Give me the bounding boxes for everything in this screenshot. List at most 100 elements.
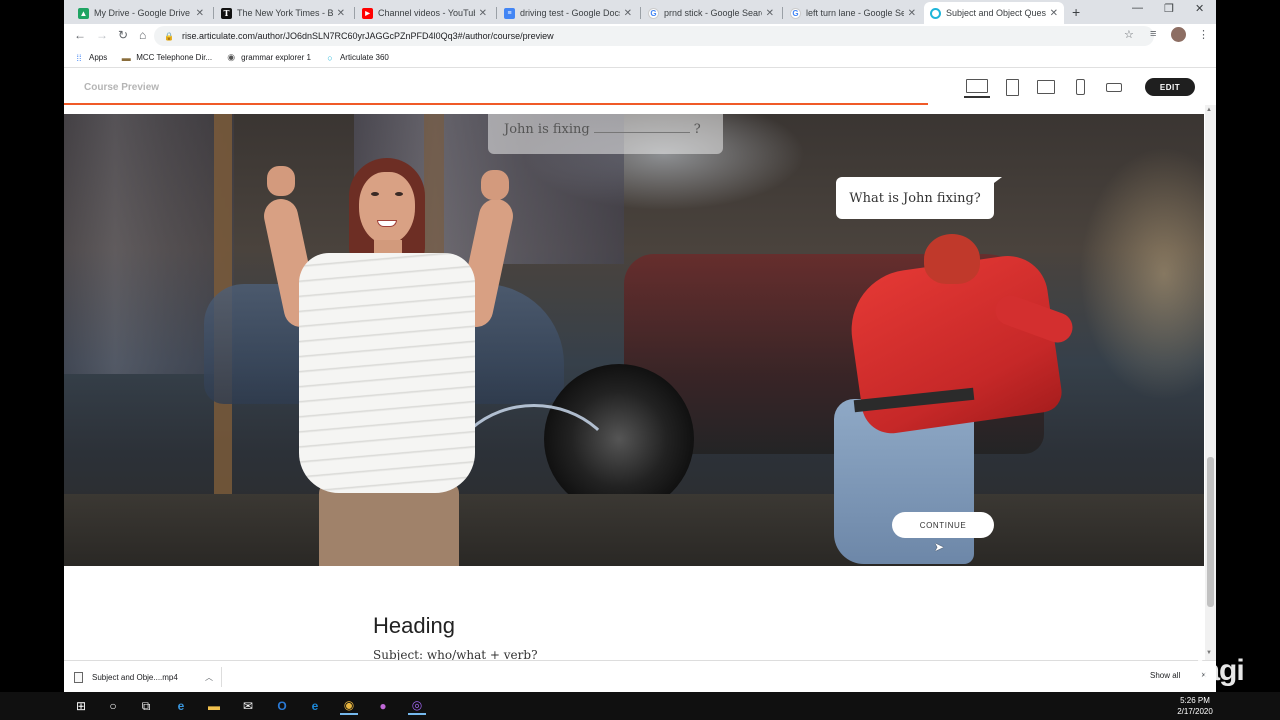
file-icon [74,671,83,683]
browser-menu-icon[interactable]: ⋮ [1198,28,1209,41]
home-icon[interactable]: ⌂ [139,28,146,42]
character-eye [395,192,403,196]
nyt-icon: T [221,7,232,19]
search-circle-icon[interactable]: ○ [104,697,122,715]
tab-google-drive[interactable]: ▲ My Drive - Google Drive ✕ [72,2,210,24]
browser-toolbar: ← → ↻ ⌂ 🔒 rise.articulate.com/author/JO6… [64,24,1216,48]
character-eye [371,192,379,196]
scroll-up-arrow-icon[interactable]: ▲ [1206,107,1212,113]
tab-subject-object-questions[interactable]: Subject and Object Questions ✕ [924,2,1064,24]
file-explorer-icon[interactable]: ▬ [205,697,223,715]
close-tab-icon[interactable]: ✕ [908,8,916,19]
watermark-logo: lagi [1196,654,1245,687]
google-icon: G [790,7,801,19]
google-icon: G [648,7,659,19]
tab-divider [496,7,497,19]
tab-title: The New York Times - Breaking [237,8,333,18]
close-tab-icon[interactable]: ✕ [766,8,774,19]
answer-bubble: John is fixing? [488,114,723,154]
bookmark-apps[interactable]: ⁞⁞ Apps [74,53,107,63]
bookmark-label: grammar explorer 1 [241,53,311,62]
answer-blank [593,132,690,133]
close-tab-icon[interactable]: ✕ [479,8,487,19]
bookmark-grammar-explorer[interactable]: ◉ grammar explorer 1 [226,52,311,63]
bookmark-articulate-360[interactable]: ○ Articulate 360 [325,53,389,63]
download-item[interactable]: Subject and Obje....mp4 ︿ [74,667,222,687]
scroll-thumb[interactable] [1207,457,1214,607]
address-bar[interactable]: 🔒 rise.articulate.com/author/JO6dnSLN7RC… [154,26,1154,46]
page-scrollbar[interactable]: ▲ ▼ [1205,105,1216,660]
task-view-icon[interactable]: ⧉ [137,697,155,715]
edit-button[interactable]: EDIT [1145,78,1195,96]
bookmark-mcc-telephone[interactable]: ▬ MCC Telephone Dir... [121,53,212,63]
question-bubble: What is John fixing? [836,177,1002,219]
globe-icon: ◉ [227,52,236,62]
preview-header: Course Preview EDIT [64,69,1216,105]
screen-recorder-icon[interactable]: ◎ [408,697,426,715]
question-text: What is John fixing? [849,190,981,206]
outlook-icon[interactable]: O [273,697,291,715]
section-subheading: Subject: who/what + verb? [373,648,538,660]
phone-landscape-view-button[interactable] [1101,76,1127,98]
course-progress-bar [64,103,928,105]
character-face [359,172,415,244]
tab-google-search-left-turn[interactable]: G left turn lane - Google Search ✕ [784,2,922,24]
bookmark-label: MCC Telephone Dir... [136,53,213,62]
desktop-view-button[interactable] [964,76,990,98]
tab-nytimes[interactable]: T The New York Times - Breaking ✕ [215,2,351,24]
continue-button[interactable]: CONTINUE [892,512,994,538]
youtube-icon: ▶ [362,7,373,19]
clock-time: 5:26 PM [1180,696,1210,705]
mail-icon[interactable]: ✉ [239,697,257,715]
bookmark-label: Apps [89,53,108,62]
back-arrow-icon[interactable]: ← [74,28,86,42]
restore-window-icon[interactable]: ❐ [1164,2,1174,15]
tab-google-search-prnd[interactable]: G prnd stick - Google Search ✕ [642,2,780,24]
system-clock[interactable]: 5:26 PM 2/17/2020 [1170,695,1220,717]
character-right-fist [481,170,509,200]
articulate-icon: ○ [327,52,333,63]
tab-strip: ▲ My Drive - Google Drive ✕ T The New Yo… [64,0,1216,24]
character-ruffled-top [299,253,475,493]
bookmark-star-icon[interactable]: ☆ [1124,28,1134,41]
tab-google-docs[interactable]: ≡ driving test - Google Docs ✕ [498,2,638,24]
profile-avatar[interactable] [1171,27,1186,42]
phone-portrait-icon [1075,79,1085,95]
desktop-icon [966,79,988,93]
close-tab-icon[interactable]: ✕ [337,8,345,19]
phone-portrait-view-button[interactable] [1067,76,1093,98]
close-tab-icon[interactable]: ✕ [624,8,632,19]
tab-divider [213,7,214,19]
tab-divider [354,7,355,19]
windows-start-icon[interactable]: ⊞ [72,697,90,715]
media-controls-icon[interactable]: ≡ [1150,28,1156,40]
edge-icon[interactable]: e [172,697,190,715]
new-tab-button[interactable]: + [1072,4,1080,20]
tab-youtube[interactable]: ▶ Channel videos - YouTube ✕ [356,2,493,24]
answer-text: John is fixing [504,122,590,137]
tab-divider [640,7,641,19]
show-all-button[interactable]: Show all [1150,671,1180,680]
tab-title: My Drive - Google Drive [94,8,191,18]
close-window-icon[interactable]: ✕ [1195,2,1204,15]
internet-explorer-icon[interactable]: e [306,697,324,715]
tablet-landscape-icon [1037,80,1055,94]
tablet-portrait-view-button[interactable] [999,76,1025,98]
chrome-icon[interactable]: ◉ [340,697,358,715]
tab-title: Subject and Object Questions [946,8,1046,18]
close-tab-icon[interactable]: ✕ [1050,8,1058,19]
tablet-landscape-view-button[interactable] [1033,76,1059,98]
bookmark-label: Articulate 360 [339,53,389,62]
reload-icon[interactable]: ↻ [118,28,128,42]
chevron-up-icon[interactable]: ︿ [205,672,213,683]
screen: ▲ My Drive - Google Drive ✕ T The New Yo… [0,0,1280,720]
url-text: rise.articulate.com/author/JO6dnSLN7RC60… [181,31,554,41]
forward-arrow-icon[interactable]: → [96,28,108,42]
close-tab-icon[interactable]: ✕ [196,8,204,19]
minimize-window-icon[interactable]: — [1132,2,1143,14]
tablet-portrait-icon [1005,78,1019,96]
storyline-icon[interactable]: ● [374,697,392,715]
mechanic-hood [924,234,980,284]
tab-title: Channel videos - YouTube [378,8,475,18]
apps-grid-icon: ⁞⁞ [76,52,82,63]
